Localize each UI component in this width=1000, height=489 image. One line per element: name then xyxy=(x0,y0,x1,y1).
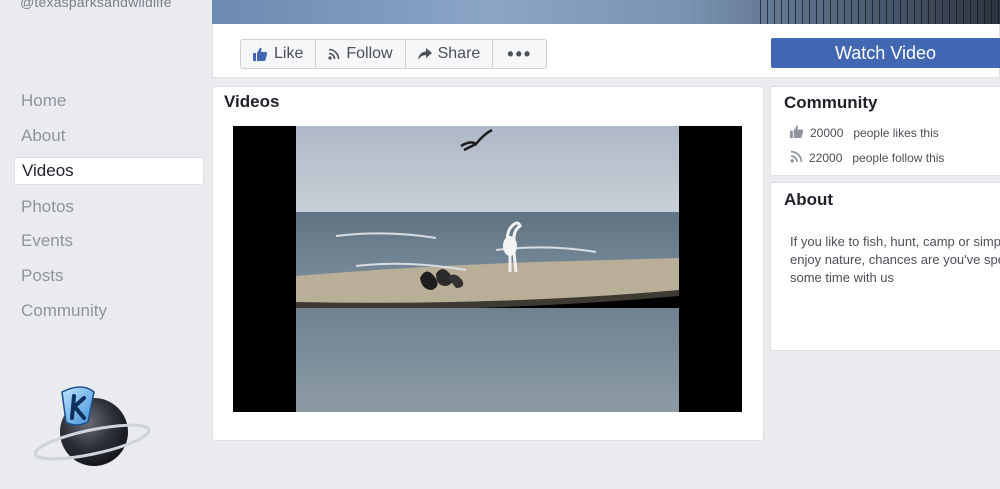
follow-button[interactable]: Follow xyxy=(316,40,406,68)
sidebar-item-about[interactable]: About xyxy=(14,123,204,149)
community-title: Community xyxy=(784,93,878,112)
watch-video-button[interactable]: Watch Video xyxy=(771,38,1000,68)
follow-label: Follow xyxy=(346,45,393,62)
sidebar-item-photos[interactable]: Photos xyxy=(14,194,204,220)
about-line: enjoy nature, chances are you've spe xyxy=(790,252,1000,267)
page-handle: @texasparksandwildlife xyxy=(20,0,172,10)
about-line: some time with us xyxy=(790,270,895,285)
k-planet-logo xyxy=(32,378,152,474)
likes-stat: 20000 people likes this xyxy=(790,125,939,141)
page-action-buttons: Like Follow Share ••• xyxy=(240,39,548,69)
share-button[interactable]: Share xyxy=(406,40,494,68)
follows-text: people follow this xyxy=(852,151,945,165)
sidebar-item-events[interactable]: Events xyxy=(14,228,204,254)
share-label: Share xyxy=(437,45,481,62)
share-arrow-icon xyxy=(417,48,432,60)
about-text-clip: If you like to fish, hunt, camp or simp … xyxy=(770,220,1000,340)
follows-stat: 22000 people follow this xyxy=(790,150,944,166)
video-still-beach-birds xyxy=(296,126,679,412)
rss-icon xyxy=(790,150,803,166)
sidebar-item-community[interactable]: Community xyxy=(14,298,204,324)
more-dots-icon: ••• xyxy=(507,43,533,64)
thumbs-up-icon xyxy=(253,47,268,61)
like-label: Like xyxy=(274,45,304,62)
videos-title: Videos xyxy=(224,92,280,111)
video-player[interactable] xyxy=(233,126,742,412)
follows-count: 22000 xyxy=(809,151,843,165)
rss-icon xyxy=(328,48,340,60)
cover-photo xyxy=(212,0,1000,24)
cover-reeds xyxy=(760,0,1000,24)
about-text: If you like to fish, hunt, camp or simp … xyxy=(790,233,1000,287)
sidebar-item-home[interactable]: Home xyxy=(14,88,204,114)
like-button[interactable]: Like xyxy=(241,40,317,68)
sidebar-item-videos[interactable]: Videos xyxy=(14,157,204,186)
thumbs-up-icon xyxy=(790,125,804,141)
more-button[interactable]: ••• xyxy=(493,40,546,68)
sidebar-nav: Home About Videos Photos Events Posts Co… xyxy=(14,88,204,332)
about-line: If you like to fish, hunt, camp or simp xyxy=(790,234,1000,249)
likes-count: 20000 xyxy=(810,126,844,140)
likes-text: people likes this xyxy=(853,126,939,140)
sidebar-item-posts[interactable]: Posts xyxy=(14,263,204,289)
about-title: About xyxy=(784,190,834,209)
